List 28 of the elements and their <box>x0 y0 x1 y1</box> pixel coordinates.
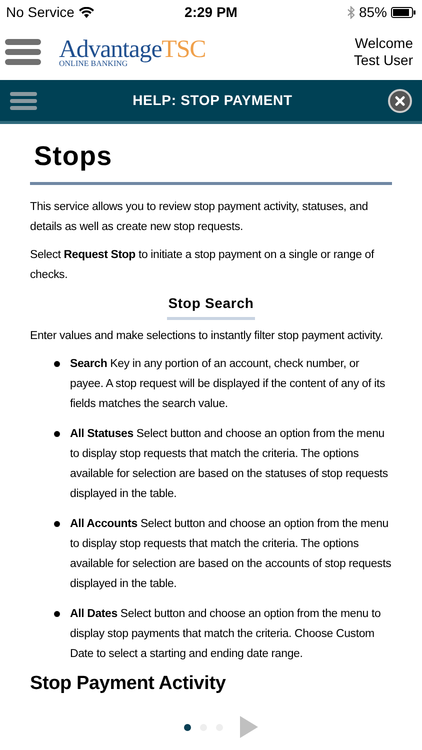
clock-time: 2:29 PM <box>184 2 238 22</box>
bluetooth-icon <box>346 6 355 18</box>
bullet-text: All Dates Select button and choose an option from the menu to display stop payments that match the criteria. Choose Custom Date to select a starting and ending date range. <box>70 607 382 662</box>
help-paragraph: Select Request Stop to initiate a stop payment on a single or range of checks. <box>30 248 376 283</box>
section-title: Stop Payment Activity <box>30 672 227 696</box>
bank-logo: AdvantageTSC <box>59 36 206 62</box>
bullet-icon <box>54 611 60 617</box>
welcome-label: Welcome <box>354 35 413 52</box>
help-paragraph: This service allows you to review stop payment activity, statuses, and details as well as create new stop requests. <box>30 200 369 235</box>
bullet-text: All Statuses Select button and choose an option from the menu to display stop requests that match the criteria. The options available for selection are based on the statuses of stop requests displayed in the table. <box>70 427 389 502</box>
bullet-icon <box>54 431 60 437</box>
user-name: Test User <box>354 52 413 69</box>
close-icon[interactable] <box>388 88 412 112</box>
section-title: Stop Search <box>168 294 254 313</box>
bullet-text: All Accounts Select button and choose an option from the menu to display stop requests that match the criteria. The options available for selection are based on the accounts of stop requests displayed in the table. <box>70 517 392 592</box>
menu-icon[interactable] <box>5 39 41 65</box>
page-title: Stops <box>33 140 114 173</box>
carrier-label: No Service <box>6 2 74 22</box>
battery-icon <box>390 6 416 18</box>
menu-icon[interactable] <box>10 92 37 110</box>
bullet-text: Search Key in any portion of an account, check number, or payee. A stop request will be displayed if the content of any of its fields matches the search value. <box>70 357 386 412</box>
logo-subtitle: ONLINE BANKING <box>59 60 128 68</box>
battery-percent: 85% <box>358 2 387 22</box>
bullet-icon <box>54 521 60 527</box>
section-intro: Enter values and make selections to instantly filter stop payment activity. <box>30 329 384 344</box>
help-title: HELP: STOP PAYMENT <box>132 91 294 110</box>
bullet-icon <box>54 361 60 367</box>
wifi-icon <box>79 6 94 18</box>
